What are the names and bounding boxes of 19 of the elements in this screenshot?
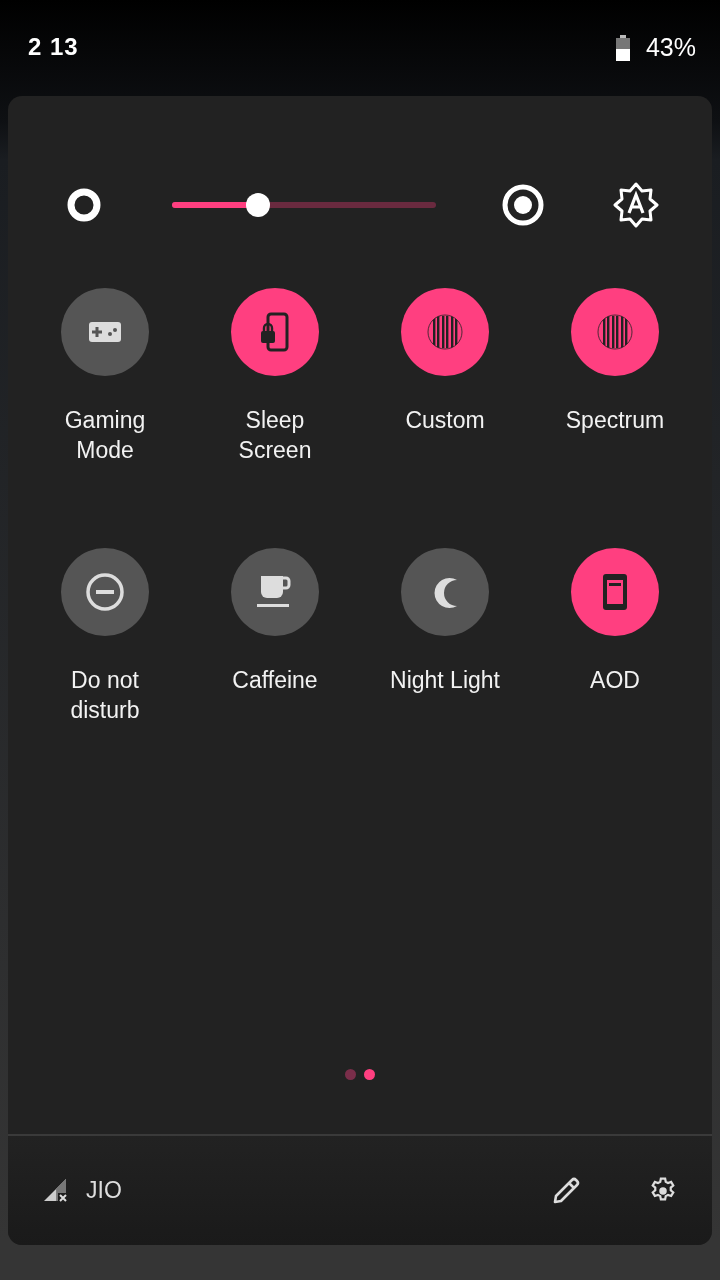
tile-label: Spectrum bbox=[564, 406, 666, 435]
no-signal-icon bbox=[44, 1178, 68, 1203]
tile-label: Night Light bbox=[390, 666, 500, 695]
tile-label: Do not disturb bbox=[69, 666, 141, 725]
brightness-low-icon bbox=[67, 188, 101, 222]
brightness-slider[interactable] bbox=[172, 193, 436, 217]
brightness-high-icon bbox=[502, 184, 544, 226]
battery-percentage: 43% bbox=[645, 33, 696, 62]
clock: 2 13 bbox=[28, 33, 79, 61]
tile-label: Gaming Mode bbox=[63, 406, 147, 465]
battery-icon bbox=[615, 34, 630, 61]
tile-label: Sleep Screen bbox=[237, 406, 313, 465]
carrier-name: JIO bbox=[86, 1177, 122, 1204]
tile-label: AOD bbox=[589, 666, 641, 695]
edit-icon[interactable] bbox=[551, 1175, 581, 1206]
tile-label: Custom bbox=[404, 406, 486, 435]
moon-icon bbox=[432, 576, 458, 608]
tile-label: Caffeine bbox=[231, 666, 319, 695]
auto-brightness-icon[interactable] bbox=[613, 182, 659, 228]
